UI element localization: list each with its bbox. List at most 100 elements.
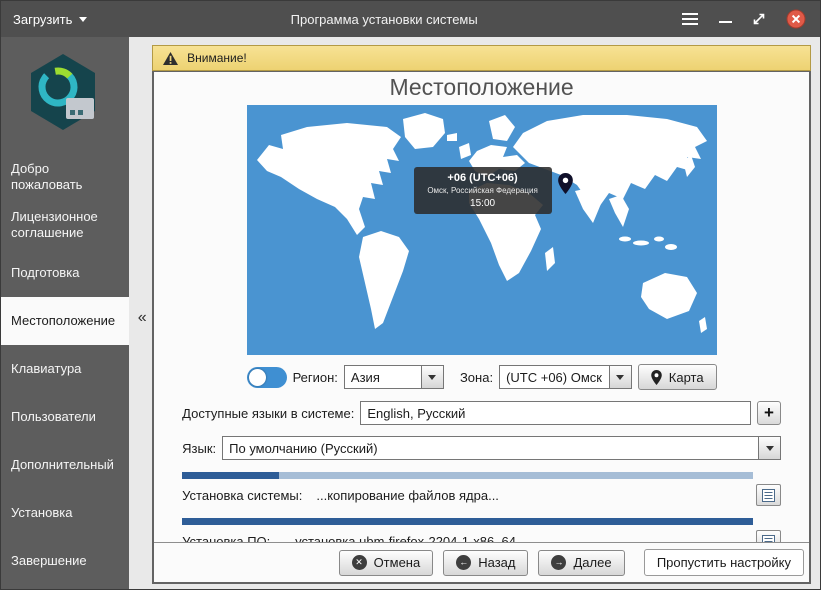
map-pin-icon [651, 370, 662, 385]
content-frame: Местоположение [152, 71, 811, 584]
chevron-down-icon [758, 437, 780, 459]
close-icon [786, 9, 806, 29]
maximize-button[interactable] [752, 12, 766, 26]
arrow-right-icon: → [551, 555, 566, 570]
page-title: Местоположение [182, 74, 781, 101]
sidebar-item-label: Установка [11, 505, 72, 521]
hamburger-icon [681, 12, 699, 26]
sidebar-item-label: Клавиатура [11, 361, 81, 377]
world-map-image [247, 105, 717, 355]
titlebar: Загрузить Программа установки системы [1, 1, 820, 37]
software-progress-fill [182, 518, 753, 525]
sidebar-item-label: Добро пожаловать [11, 161, 115, 194]
log-icon [762, 535, 775, 543]
menu-button[interactable] [681, 12, 699, 26]
region-value: Азия [345, 370, 421, 385]
region-select[interactable]: Азия [344, 365, 444, 389]
sidebar-item-welcome[interactable]: Добро пожаловать [1, 153, 129, 201]
sidebar-item-installation[interactable]: Установка [1, 489, 129, 537]
log-icon [762, 489, 775, 502]
window-controls [681, 9, 806, 29]
sidebar-item-label: Лицензионное соглашение [11, 209, 115, 242]
cancel-icon: ✕ [352, 555, 367, 570]
next-button[interactable]: → Далее [538, 550, 624, 576]
available-languages-row: Доступные языки в системе: + [182, 401, 781, 425]
system-progress-status: ...копирование файлов ядра... [316, 488, 499, 503]
map-button-label: Карта [669, 370, 704, 385]
system-log-button[interactable] [756, 484, 781, 506]
tooltip-time: 15:00 [418, 198, 548, 209]
chevron-down-icon [79, 17, 87, 22]
cancel-button[interactable]: ✕ Отмена [339, 550, 434, 576]
minimize-button[interactable] [719, 15, 732, 23]
system-progress-bar [182, 472, 753, 479]
load-menu-label: Загрузить [13, 12, 72, 27]
tooltip-city: Омск, Российская Федерация [418, 186, 548, 195]
installer-window: Загрузить Программа установки системы [0, 0, 821, 590]
window-title: Программа установки системы [87, 12, 681, 27]
skip-setup-button[interactable]: Пропустить настройку [644, 549, 804, 576]
sidebar-item-label: Местоположение [11, 313, 115, 329]
chevron-down-icon [421, 366, 443, 388]
toggle-knob [249, 369, 266, 386]
default-language-row: Язык: По умолчанию (Русский) [182, 436, 781, 460]
location-pin-icon [558, 173, 573, 199]
app-logo [1, 37, 129, 153]
close-button[interactable] [786, 9, 806, 29]
software-log-button[interactable] [756, 530, 781, 542]
load-menu-button[interactable]: Загрузить [13, 12, 87, 27]
sidebar: Добро пожаловать Лицензионное соглашение… [1, 37, 129, 589]
language-label: Язык: [182, 441, 216, 456]
region-toggle[interactable] [247, 367, 287, 388]
system-progress-row: Установка системы: ...копирование файлов… [182, 484, 781, 506]
region-label: Регион: [293, 370, 338, 385]
tooltip-utc-offset: +06 (UTC+06) [418, 172, 548, 184]
world-map[interactable]: +06 (UTC+06) Омск, Российская Федерация … [247, 105, 717, 355]
available-languages-input[interactable] [360, 401, 751, 425]
arrow-left-icon: ← [456, 555, 471, 570]
main-area: « Внимание! Местоположение [129, 37, 820, 589]
language-value: По умолчанию (Русский) [223, 441, 758, 456]
software-progress-label: Установка ПО: [182, 534, 270, 543]
sidebar-item-label: Завершение [11, 553, 87, 569]
sidebar-item-location[interactable]: Местоположение [1, 297, 129, 345]
sidebar-item-label: Пользователи [11, 409, 96, 425]
zone-select[interactable]: (UTC +06) Омск [499, 365, 632, 389]
timezone-tooltip: +06 (UTC+06) Омск, Российская Федерация … [414, 167, 552, 214]
software-progress-status: ...установка ubm-firefox-2204-1-x86_64..… [284, 534, 527, 543]
zone-label: Зона: [460, 370, 493, 385]
back-button[interactable]: ← Назад [443, 550, 528, 576]
hexagon-logo-icon [26, 51, 104, 139]
next-label: Далее [573, 555, 611, 570]
sidebar-item-license[interactable]: Лицензионное соглашение [1, 201, 129, 249]
app-body: Добро пожаловать Лицензионное соглашение… [1, 37, 820, 589]
software-progress-row: Установка ПО: ...установка ubm-firefox-2… [182, 530, 781, 542]
location-page: Местоположение [154, 72, 809, 542]
timezone-controls-row: Регион: Азия Зона: (UTC +06) Омск Ка [247, 364, 717, 390]
sidebar-item-label: Подготовка [11, 265, 79, 281]
warning-text: Внимание! [187, 51, 247, 65]
system-progress-fill [182, 472, 279, 479]
warning-bar: Внимание! [152, 45, 811, 71]
sidebar-item-finish[interactable]: Завершение [1, 537, 129, 585]
minimize-icon [719, 21, 732, 23]
software-progress-bar [182, 518, 753, 525]
cancel-label: Отмена [374, 555, 421, 570]
zone-value: (UTC +06) Омск [500, 370, 609, 385]
maximize-icon [752, 12, 766, 26]
skip-setup-label: Пропустить настройку [657, 555, 791, 570]
footer-bar: ✕ Отмена ← Назад → Далее Пропустить наст… [154, 542, 809, 582]
sidebar-item-users[interactable]: Пользователи [1, 393, 129, 441]
sidebar-item-additional[interactable]: Дополнительный [1, 441, 129, 489]
chevron-down-icon [609, 366, 631, 388]
system-progress-label: Установка системы: [182, 488, 302, 503]
language-select[interactable]: По умолчанию (Русский) [222, 436, 781, 460]
warning-icon [162, 51, 179, 66]
sidebar-item-label: Дополнительный [11, 457, 114, 473]
sidebar-collapse-button[interactable]: « [134, 309, 150, 327]
sidebar-item-preparation[interactable]: Подготовка [1, 249, 129, 297]
available-languages-label: Доступные языки в системе: [182, 406, 354, 421]
add-language-button[interactable]: + [757, 401, 781, 425]
sidebar-item-keyboard[interactable]: Клавиатура [1, 345, 129, 393]
map-button[interactable]: Карта [638, 364, 717, 390]
